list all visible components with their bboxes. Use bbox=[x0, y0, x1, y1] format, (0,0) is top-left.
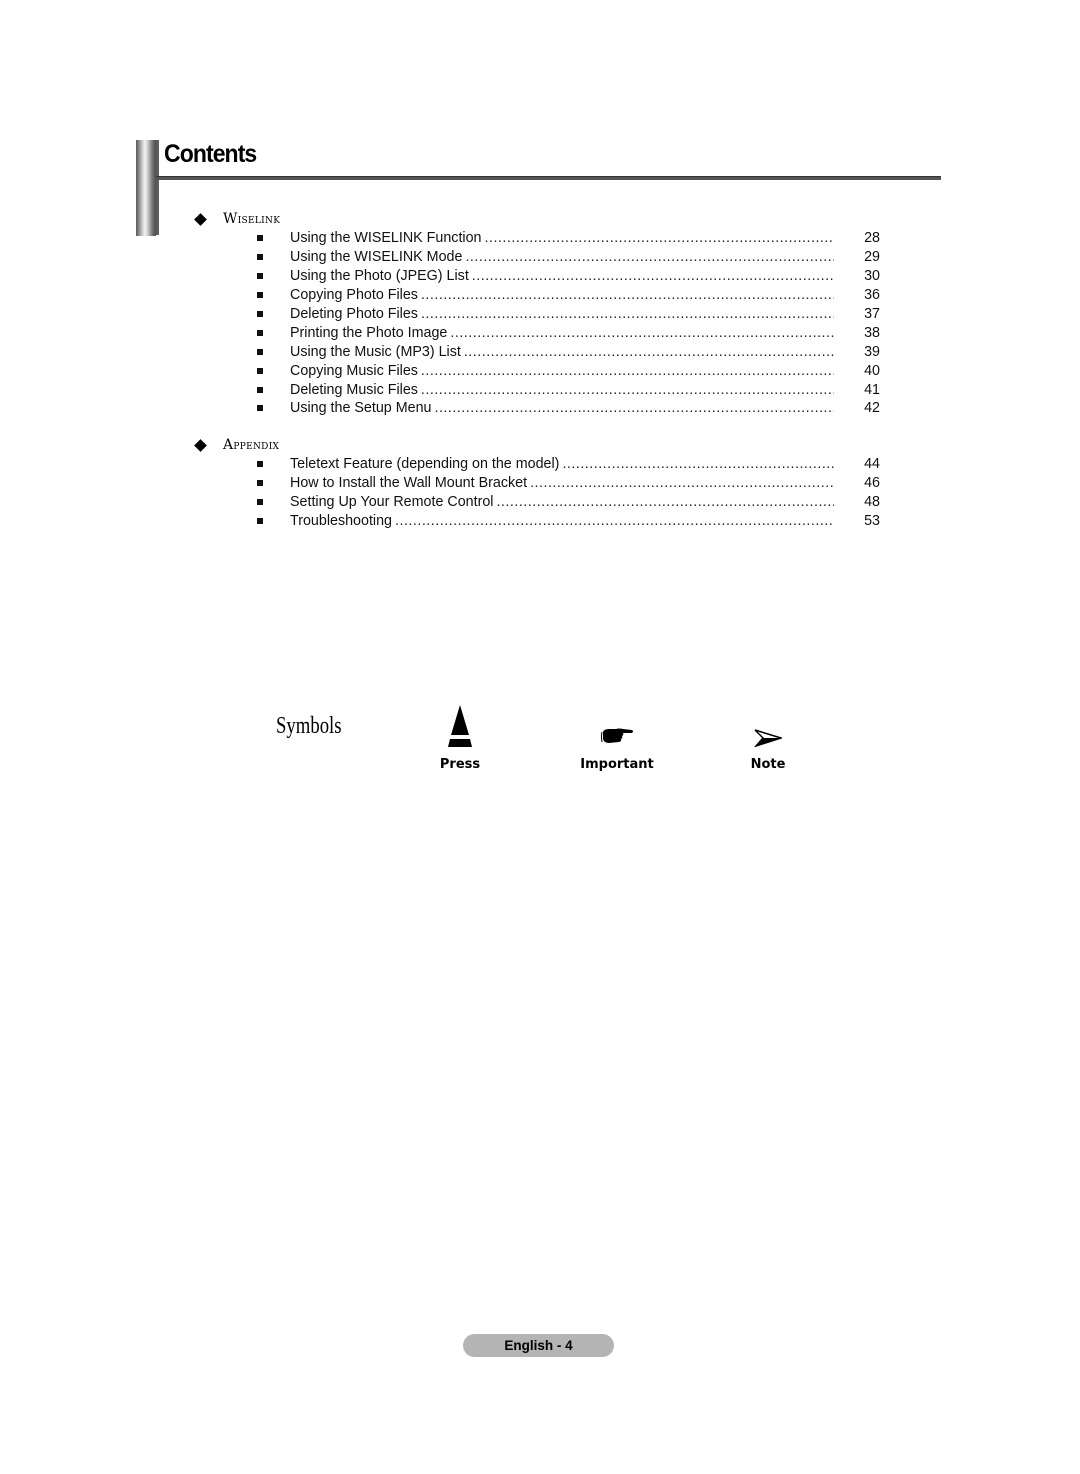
symbol-caption: Note bbox=[750, 757, 786, 772]
square-bullet-icon bbox=[257, 405, 263, 412]
toc-entry[interactable]: Using the Photo (JPEG) List 30 bbox=[255, 267, 885, 286]
section-title: Appendix bbox=[223, 437, 280, 453]
toc-entry-page: 37 bbox=[864, 306, 880, 322]
dot-leader bbox=[395, 513, 834, 529]
toc-list-wiselink: Using the WISELINK Function28Using the W… bbox=[255, 229, 885, 418]
toc-entry[interactable]: Copying Photo Files 36 bbox=[255, 286, 885, 305]
square-bullet-icon bbox=[257, 329, 263, 336]
dot-leader bbox=[472, 268, 834, 284]
toc-entry-title: Copying Music Files bbox=[290, 362, 418, 379]
square-bullet-icon bbox=[257, 518, 263, 525]
dot-leader bbox=[485, 230, 834, 246]
dot-leader bbox=[496, 494, 834, 510]
square-bullet-icon bbox=[257, 348, 263, 355]
toc-entry-page: 48 bbox=[864, 494, 880, 511]
square-bullet-icon bbox=[257, 235, 263, 242]
toc-entry-title: Teletext Feature (depending on the model… bbox=[290, 456, 560, 473]
dot-leader bbox=[421, 306, 834, 322]
square-bullet-icon bbox=[257, 311, 263, 317]
toc-entry-page: 42 bbox=[864, 400, 880, 417]
page-number-badge: English - 4 bbox=[463, 1334, 614, 1357]
section-heading-wiselink: Wiselink bbox=[194, 211, 281, 227]
symbol-caption: Press bbox=[439, 757, 481, 772]
toc-entry-page: 30 bbox=[864, 268, 880, 285]
toc-entry[interactable]: Deleting Photo Files 37 bbox=[255, 305, 885, 324]
toc-entry[interactable]: Setting Up Your Remote Control 48 bbox=[255, 493, 885, 512]
toc-entry[interactable]: Using the Music (MP3) List 39 bbox=[255, 342, 885, 361]
toc-entry-title: Deleting Music Files bbox=[290, 381, 418, 398]
toc-entry-title: Using the WISELINK Mode bbox=[290, 249, 463, 266]
toc-list-appendix: Teletext Feature (depending on the model… bbox=[255, 455, 885, 531]
dot-leader bbox=[530, 475, 834, 491]
toc-entry-title: Troubleshooting bbox=[290, 513, 392, 530]
dot-leader bbox=[562, 456, 834, 472]
toc-entry-page: 41 bbox=[864, 381, 880, 398]
diamond-bullet-icon bbox=[194, 438, 207, 452]
toc-entry[interactable]: Troubleshooting 53 bbox=[255, 512, 885, 531]
square-bullet-icon bbox=[257, 499, 263, 506]
toc-entry[interactable]: Using the WISELINK Function 28 bbox=[255, 229, 885, 248]
arrowhead-icon bbox=[754, 729, 782, 747]
dot-leader bbox=[434, 400, 834, 416]
toc-entry-title: Copying Photo Files bbox=[290, 287, 418, 304]
toc-entry-page: 40 bbox=[864, 362, 880, 379]
symbols-label: Symbols bbox=[276, 713, 342, 739]
toc-entry[interactable]: Deleting Music Files 41 bbox=[255, 380, 885, 399]
toc-entry-page: 29 bbox=[864, 249, 880, 266]
symbol-important: Important bbox=[577, 755, 657, 773]
diamond-bullet-icon bbox=[194, 212, 207, 226]
square-bullet-icon bbox=[257, 292, 263, 299]
dot-leader bbox=[421, 287, 834, 303]
title-stem bbox=[156, 140, 159, 235]
toc-entry-page: 36 bbox=[864, 287, 880, 304]
dot-leader bbox=[465, 249, 834, 265]
toc-entry-title: Setting Up Your Remote Control bbox=[290, 494, 494, 511]
press-icon bbox=[448, 705, 472, 747]
toc-entry-title: Using the Music (MP3) List bbox=[290, 343, 461, 360]
toc-entry-page: 28 bbox=[864, 230, 880, 247]
toc-entry-title: How to Install the Wall Mount Bracket bbox=[290, 475, 528, 492]
title-side-bar bbox=[136, 140, 156, 236]
toc-entry-title: Using the WISELINK Function bbox=[290, 230, 482, 247]
dot-leader bbox=[450, 325, 834, 341]
pointing-hand-icon bbox=[601, 728, 633, 743]
symbol-caption: Important bbox=[580, 757, 654, 772]
title-rule bbox=[156, 176, 941, 180]
section-title: Wiselink bbox=[223, 211, 281, 227]
toc-entry[interactable]: How to Install the Wall Mount Bracket 46 bbox=[255, 474, 885, 493]
dot-leader bbox=[421, 363, 834, 379]
toc-entry-page: 53 bbox=[864, 513, 880, 530]
toc-entry-page: 46 bbox=[864, 475, 880, 492]
square-bullet-icon bbox=[257, 254, 263, 261]
toc-entry[interactable]: Copying Music Files 40 bbox=[255, 361, 885, 380]
symbol-press: Press bbox=[420, 755, 500, 773]
square-bullet-icon bbox=[257, 480, 263, 487]
toc-entry[interactable]: Using the WISELINK Mode 29 bbox=[255, 248, 885, 267]
toc-entry-page: 38 bbox=[864, 324, 880, 341]
toc-entry-title: Using the Setup Menu bbox=[290, 400, 432, 417]
toc-entry-title: Deleting Photo Files bbox=[290, 306, 418, 322]
dot-leader bbox=[464, 344, 834, 360]
dot-leader bbox=[421, 382, 834, 398]
square-bullet-icon bbox=[257, 461, 263, 468]
square-bullet-icon bbox=[257, 273, 263, 280]
toc-entry-title: Printing the Photo Image bbox=[290, 324, 448, 341]
square-bullet-icon bbox=[257, 386, 263, 393]
page-number-label: English - 4 bbox=[504, 1338, 573, 1353]
section-heading-appendix: Appendix bbox=[194, 437, 280, 453]
toc-entry[interactable]: Teletext Feature (depending on the model… bbox=[255, 455, 885, 474]
toc-entry[interactable]: Using the Setup Menu 42 bbox=[255, 399, 885, 418]
toc-entry-page: 44 bbox=[864, 456, 880, 473]
square-bullet-icon bbox=[257, 367, 263, 374]
toc-entry-title: Using the Photo (JPEG) List bbox=[290, 268, 469, 285]
toc-entry[interactable]: Printing the Photo Image 38 bbox=[255, 323, 885, 342]
symbol-note: Note bbox=[728, 755, 808, 773]
page-title: Contents bbox=[164, 140, 257, 168]
toc-entry-page: 39 bbox=[864, 343, 880, 360]
